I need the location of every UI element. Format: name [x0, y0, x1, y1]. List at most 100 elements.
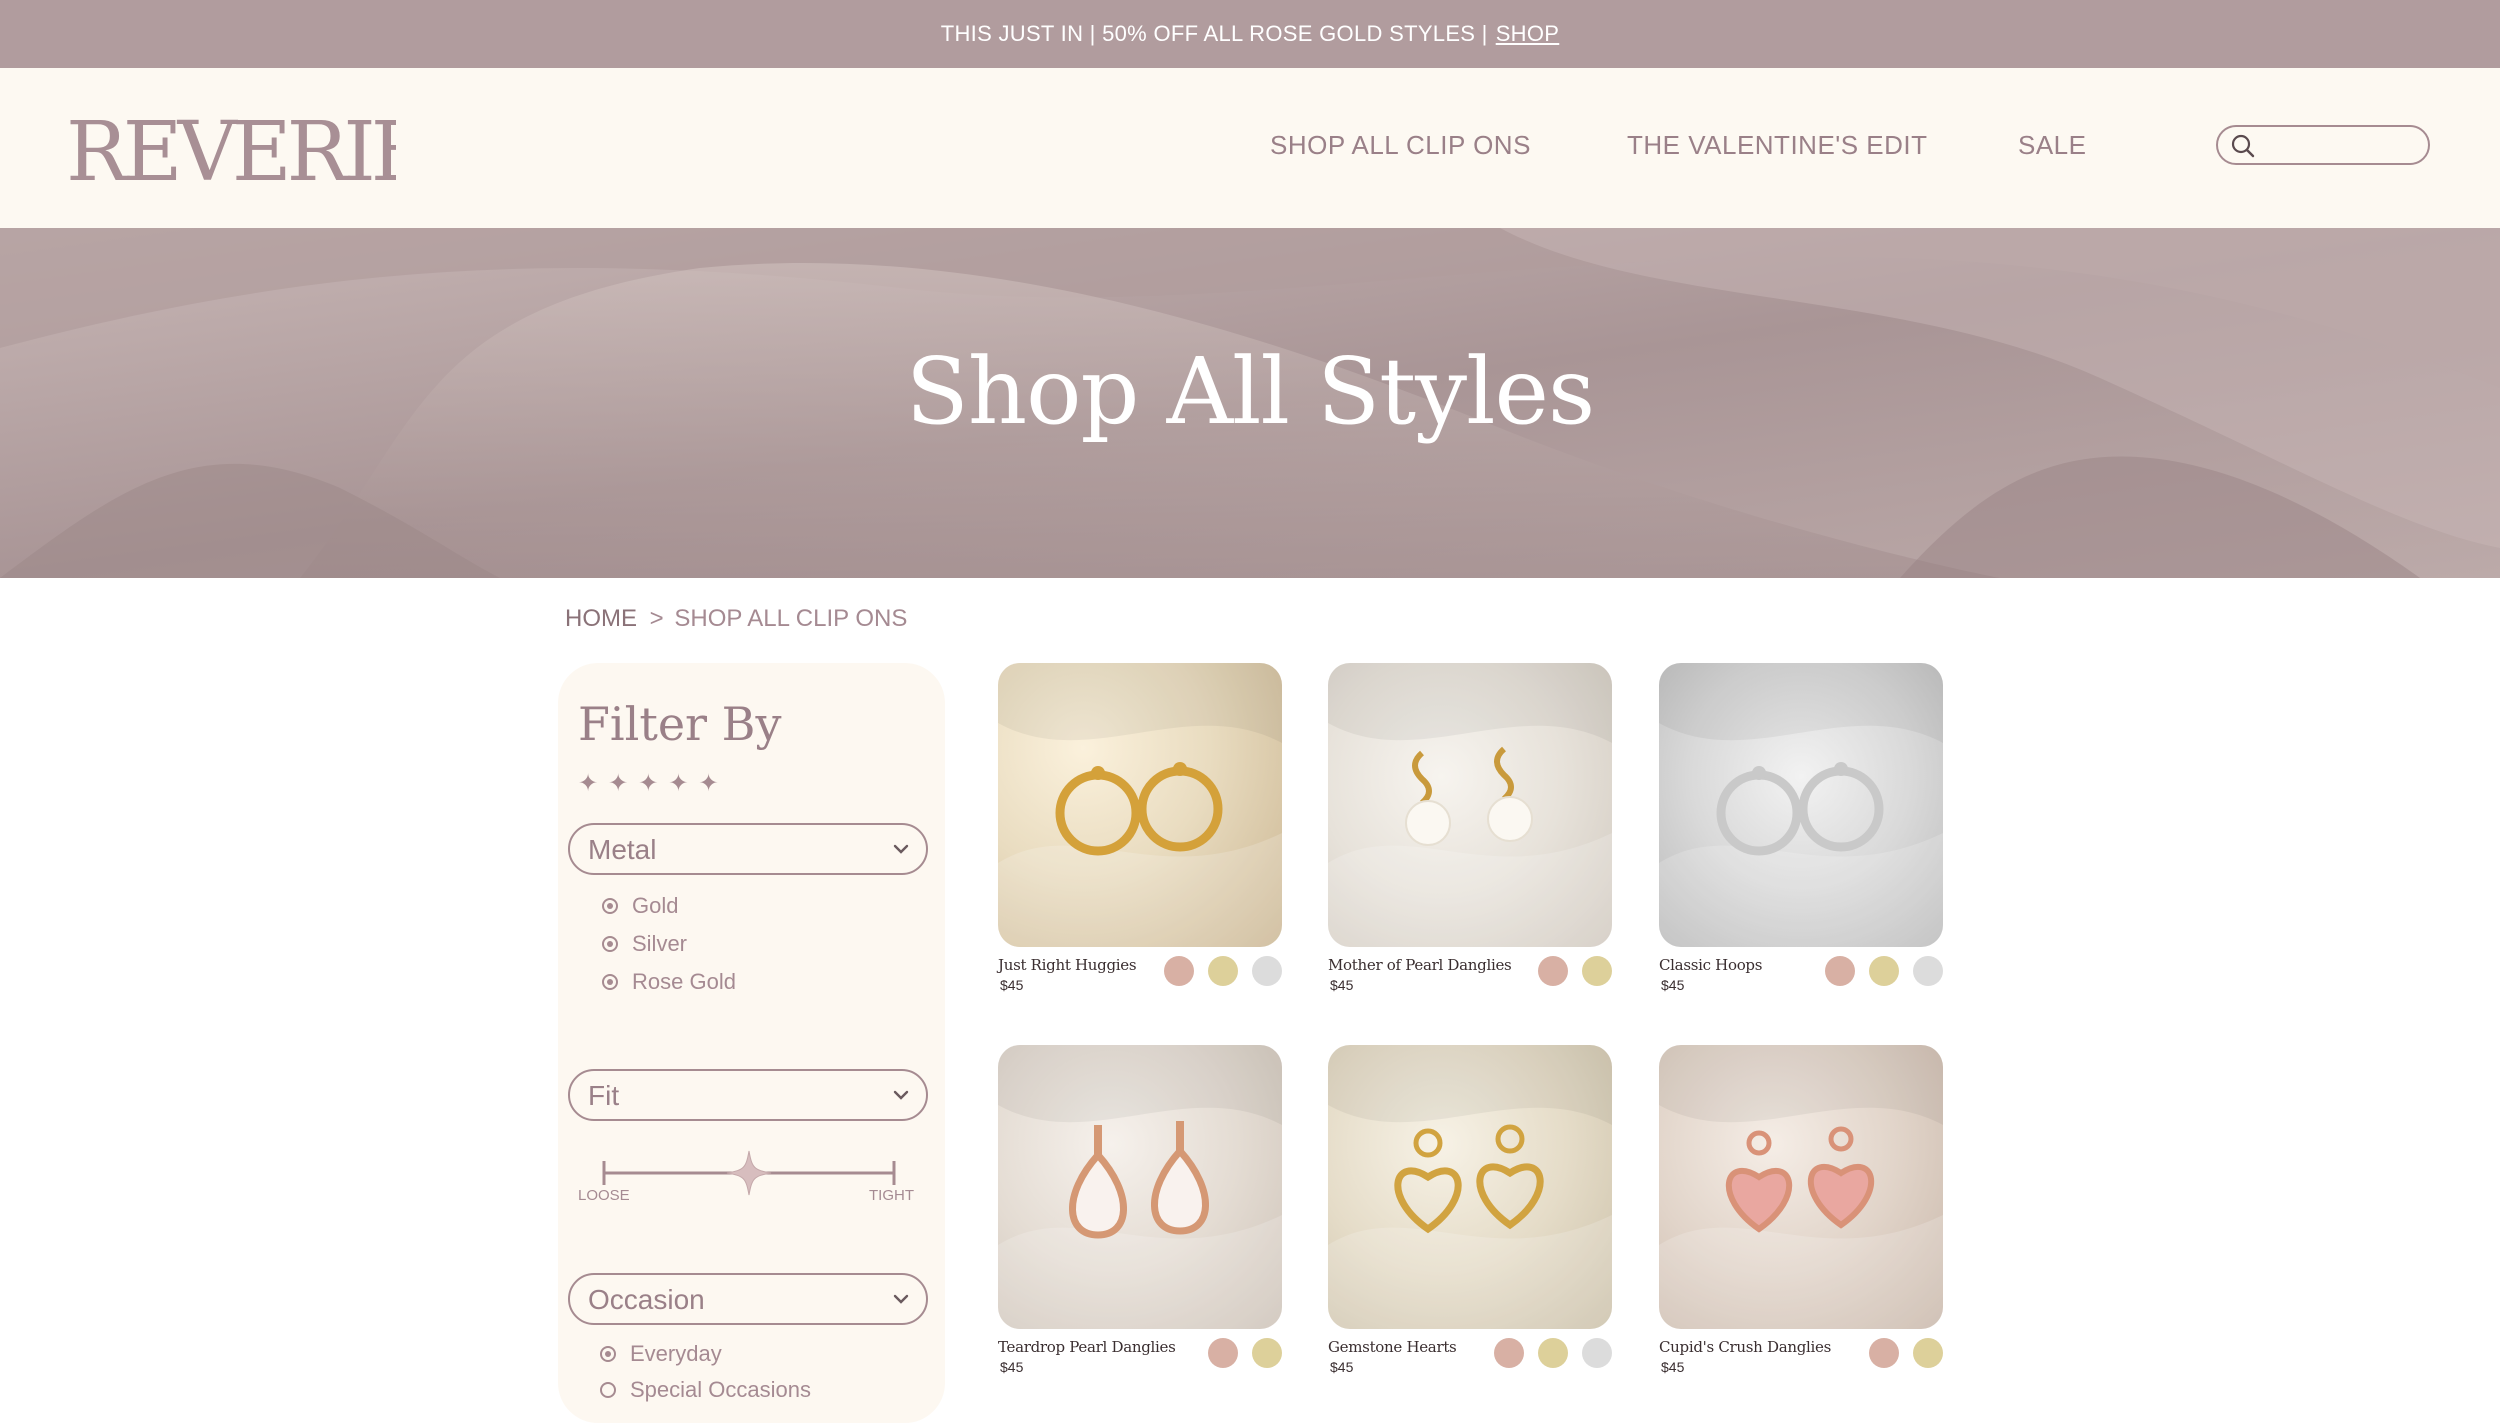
- chevron-down-icon: [893, 844, 909, 854]
- metal-dropdown-label: Metal: [588, 834, 657, 865]
- color-swatches: [1869, 1338, 1943, 1368]
- slider-thumb-sparkle-icon[interactable]: [726, 1150, 772, 1196]
- search-input[interactable]: [2264, 131, 2418, 161]
- occasion-option-label: Everyday: [630, 1341, 722, 1366]
- swatch-rose[interactable]: [1208, 1338, 1238, 1368]
- chevron-down-icon: [893, 1090, 909, 1100]
- occasion-option-label: Special Occasions: [630, 1377, 811, 1402]
- product-image[interactable]: [998, 663, 1282, 947]
- product-card[interactable]: Mother of Pearl Danglies $45: [1328, 663, 1612, 1043]
- nav-valentines-edit[interactable]: THE VALENTINE'S EDIT: [1627, 130, 1928, 161]
- radio-icon: [600, 1382, 616, 1398]
- metal-option-label: Silver: [632, 931, 688, 956]
- earring-illustration: [1659, 663, 1943, 947]
- metal-option-silver[interactable]: Silver: [602, 931, 687, 957]
- earring-illustration: [1328, 663, 1612, 947]
- color-swatches: [1164, 956, 1282, 986]
- product-image[interactable]: [1659, 1045, 1943, 1329]
- search-icon: [2231, 134, 2255, 158]
- logo-text: REVERIE: [66, 106, 396, 192]
- earring-illustration: [1328, 1045, 1612, 1329]
- logo[interactable]: REVERIE: [66, 106, 396, 192]
- announcement-bar: THIS JUST IN | 50% OFF ALL ROSE GOLD STY…: [0, 0, 2500, 68]
- swatch-gold[interactable]: [1913, 1338, 1943, 1368]
- radio-icon: [602, 898, 618, 914]
- metal-option-label: Gold: [632, 893, 679, 918]
- slider-max-label: TIGHT: [869, 1187, 914, 1204]
- metal-option-rose-gold[interactable]: Rose Gold: [602, 969, 736, 995]
- product-price: $45: [1661, 977, 1685, 993]
- filter-title: Filter By: [578, 697, 782, 751]
- product-image[interactable]: [1328, 663, 1612, 947]
- swatch-silver[interactable]: [1252, 956, 1282, 986]
- color-swatches: [1538, 956, 1612, 986]
- slider-min-label: LOOSE: [578, 1187, 630, 1204]
- product-card[interactable]: Gemstone Hearts $45: [1328, 1045, 1612, 1425]
- breadcrumb: HOME > SHOP ALL CLIP ONS: [565, 605, 907, 633]
- page-title: Shop All Styles: [905, 338, 1595, 445]
- metal-dropdown[interactable]: Metal: [568, 823, 928, 875]
- radio-icon: [602, 936, 618, 952]
- product-image[interactable]: [998, 1045, 1282, 1329]
- product-price: $45: [1661, 1359, 1685, 1375]
- occasion-dropdown[interactable]: Occasion: [568, 1273, 928, 1325]
- swatch-gold[interactable]: [1869, 956, 1899, 986]
- swatch-rose[interactable]: [1825, 956, 1855, 986]
- announcement-shop-link[interactable]: SHOP: [1496, 21, 1560, 47]
- product-card[interactable]: Just Right Huggies $45: [998, 663, 1282, 1043]
- occasion-option-special[interactable]: Special Occasions: [600, 1377, 811, 1403]
- swatch-gold[interactable]: [1208, 956, 1238, 986]
- breadcrumb-separator: >: [649, 605, 664, 632]
- earring-illustration: [998, 1045, 1282, 1329]
- product-name[interactable]: Mother of Pearl Danglies: [1328, 956, 1512, 974]
- product-image[interactable]: [1328, 1045, 1612, 1329]
- site-header: REVERIE SHOP ALL CLIP ONS THE VALENTINE'…: [0, 68, 2500, 228]
- search-box[interactable]: [2216, 125, 2430, 165]
- color-swatches: [1825, 956, 1943, 986]
- swatch-rose[interactable]: [1869, 1338, 1899, 1368]
- occasion-dropdown-label: Occasion: [588, 1284, 705, 1315]
- breadcrumb-home[interactable]: HOME: [565, 605, 637, 632]
- product-card[interactable]: Classic Hoops $45: [1659, 663, 1943, 1043]
- announcement-text: THIS JUST IN | 50% OFF ALL ROSE GOLD STY…: [940, 21, 1488, 46]
- occasion-option-everyday[interactable]: Everyday: [600, 1341, 722, 1367]
- color-swatches: [1208, 1338, 1282, 1368]
- swatch-gold[interactable]: [1582, 956, 1612, 986]
- chevron-down-icon: [893, 1294, 909, 1304]
- product-price: $45: [1000, 977, 1024, 993]
- earring-illustration: [998, 663, 1282, 947]
- product-name[interactable]: Teardrop Pearl Danglies: [998, 1338, 1176, 1356]
- swatch-gold[interactable]: [1538, 1338, 1568, 1368]
- swatch-rose[interactable]: [1164, 956, 1194, 986]
- radio-icon: [602, 974, 618, 990]
- swatch-silver[interactable]: [1913, 956, 1943, 986]
- radio-icon: [600, 1346, 616, 1362]
- earring-illustration: [1659, 1045, 1943, 1329]
- product-price: $45: [1330, 1359, 1354, 1375]
- decorative-stars-icon: ✦✦✦✦✦: [578, 770, 729, 797]
- product-name[interactable]: Classic Hoops: [1659, 956, 1762, 974]
- product-name[interactable]: Cupid's Crush Danglies: [1659, 1338, 1831, 1356]
- product-card[interactable]: Cupid's Crush Danglies $45: [1659, 1045, 1943, 1425]
- metal-option-label: Rose Gold: [632, 969, 736, 994]
- fit-slider[interactable]: [598, 1149, 898, 1197]
- swatch-silver[interactable]: [1582, 1338, 1612, 1368]
- product-card[interactable]: Teardrop Pearl Danglies $45: [998, 1045, 1282, 1425]
- product-price: $45: [1330, 977, 1354, 993]
- swatch-rose[interactable]: [1494, 1338, 1524, 1368]
- breadcrumb-current: SHOP ALL CLIP ONS: [674, 605, 908, 632]
- hero-banner: Shop All Styles: [0, 228, 2500, 578]
- color-swatches: [1494, 1338, 1612, 1368]
- swatch-rose[interactable]: [1538, 956, 1568, 986]
- swatch-gold[interactable]: [1252, 1338, 1282, 1368]
- filter-sidebar: Filter By ✦✦✦✦✦ Metal Gold Silver Rose G…: [558, 663, 945, 1423]
- product-image[interactable]: [1659, 663, 1943, 947]
- nav-sale[interactable]: SALE: [2018, 130, 2087, 161]
- fit-dropdown-label: Fit: [588, 1080, 620, 1111]
- metal-option-gold[interactable]: Gold: [602, 893, 678, 919]
- product-name[interactable]: Just Right Huggies: [998, 956, 1137, 974]
- nav-shop-all-clip-ons[interactable]: SHOP ALL CLIP ONS: [1270, 130, 1531, 161]
- product-name[interactable]: Gemstone Hearts: [1328, 1338, 1457, 1356]
- fit-dropdown[interactable]: Fit: [568, 1069, 928, 1121]
- product-price: $45: [1000, 1359, 1024, 1375]
